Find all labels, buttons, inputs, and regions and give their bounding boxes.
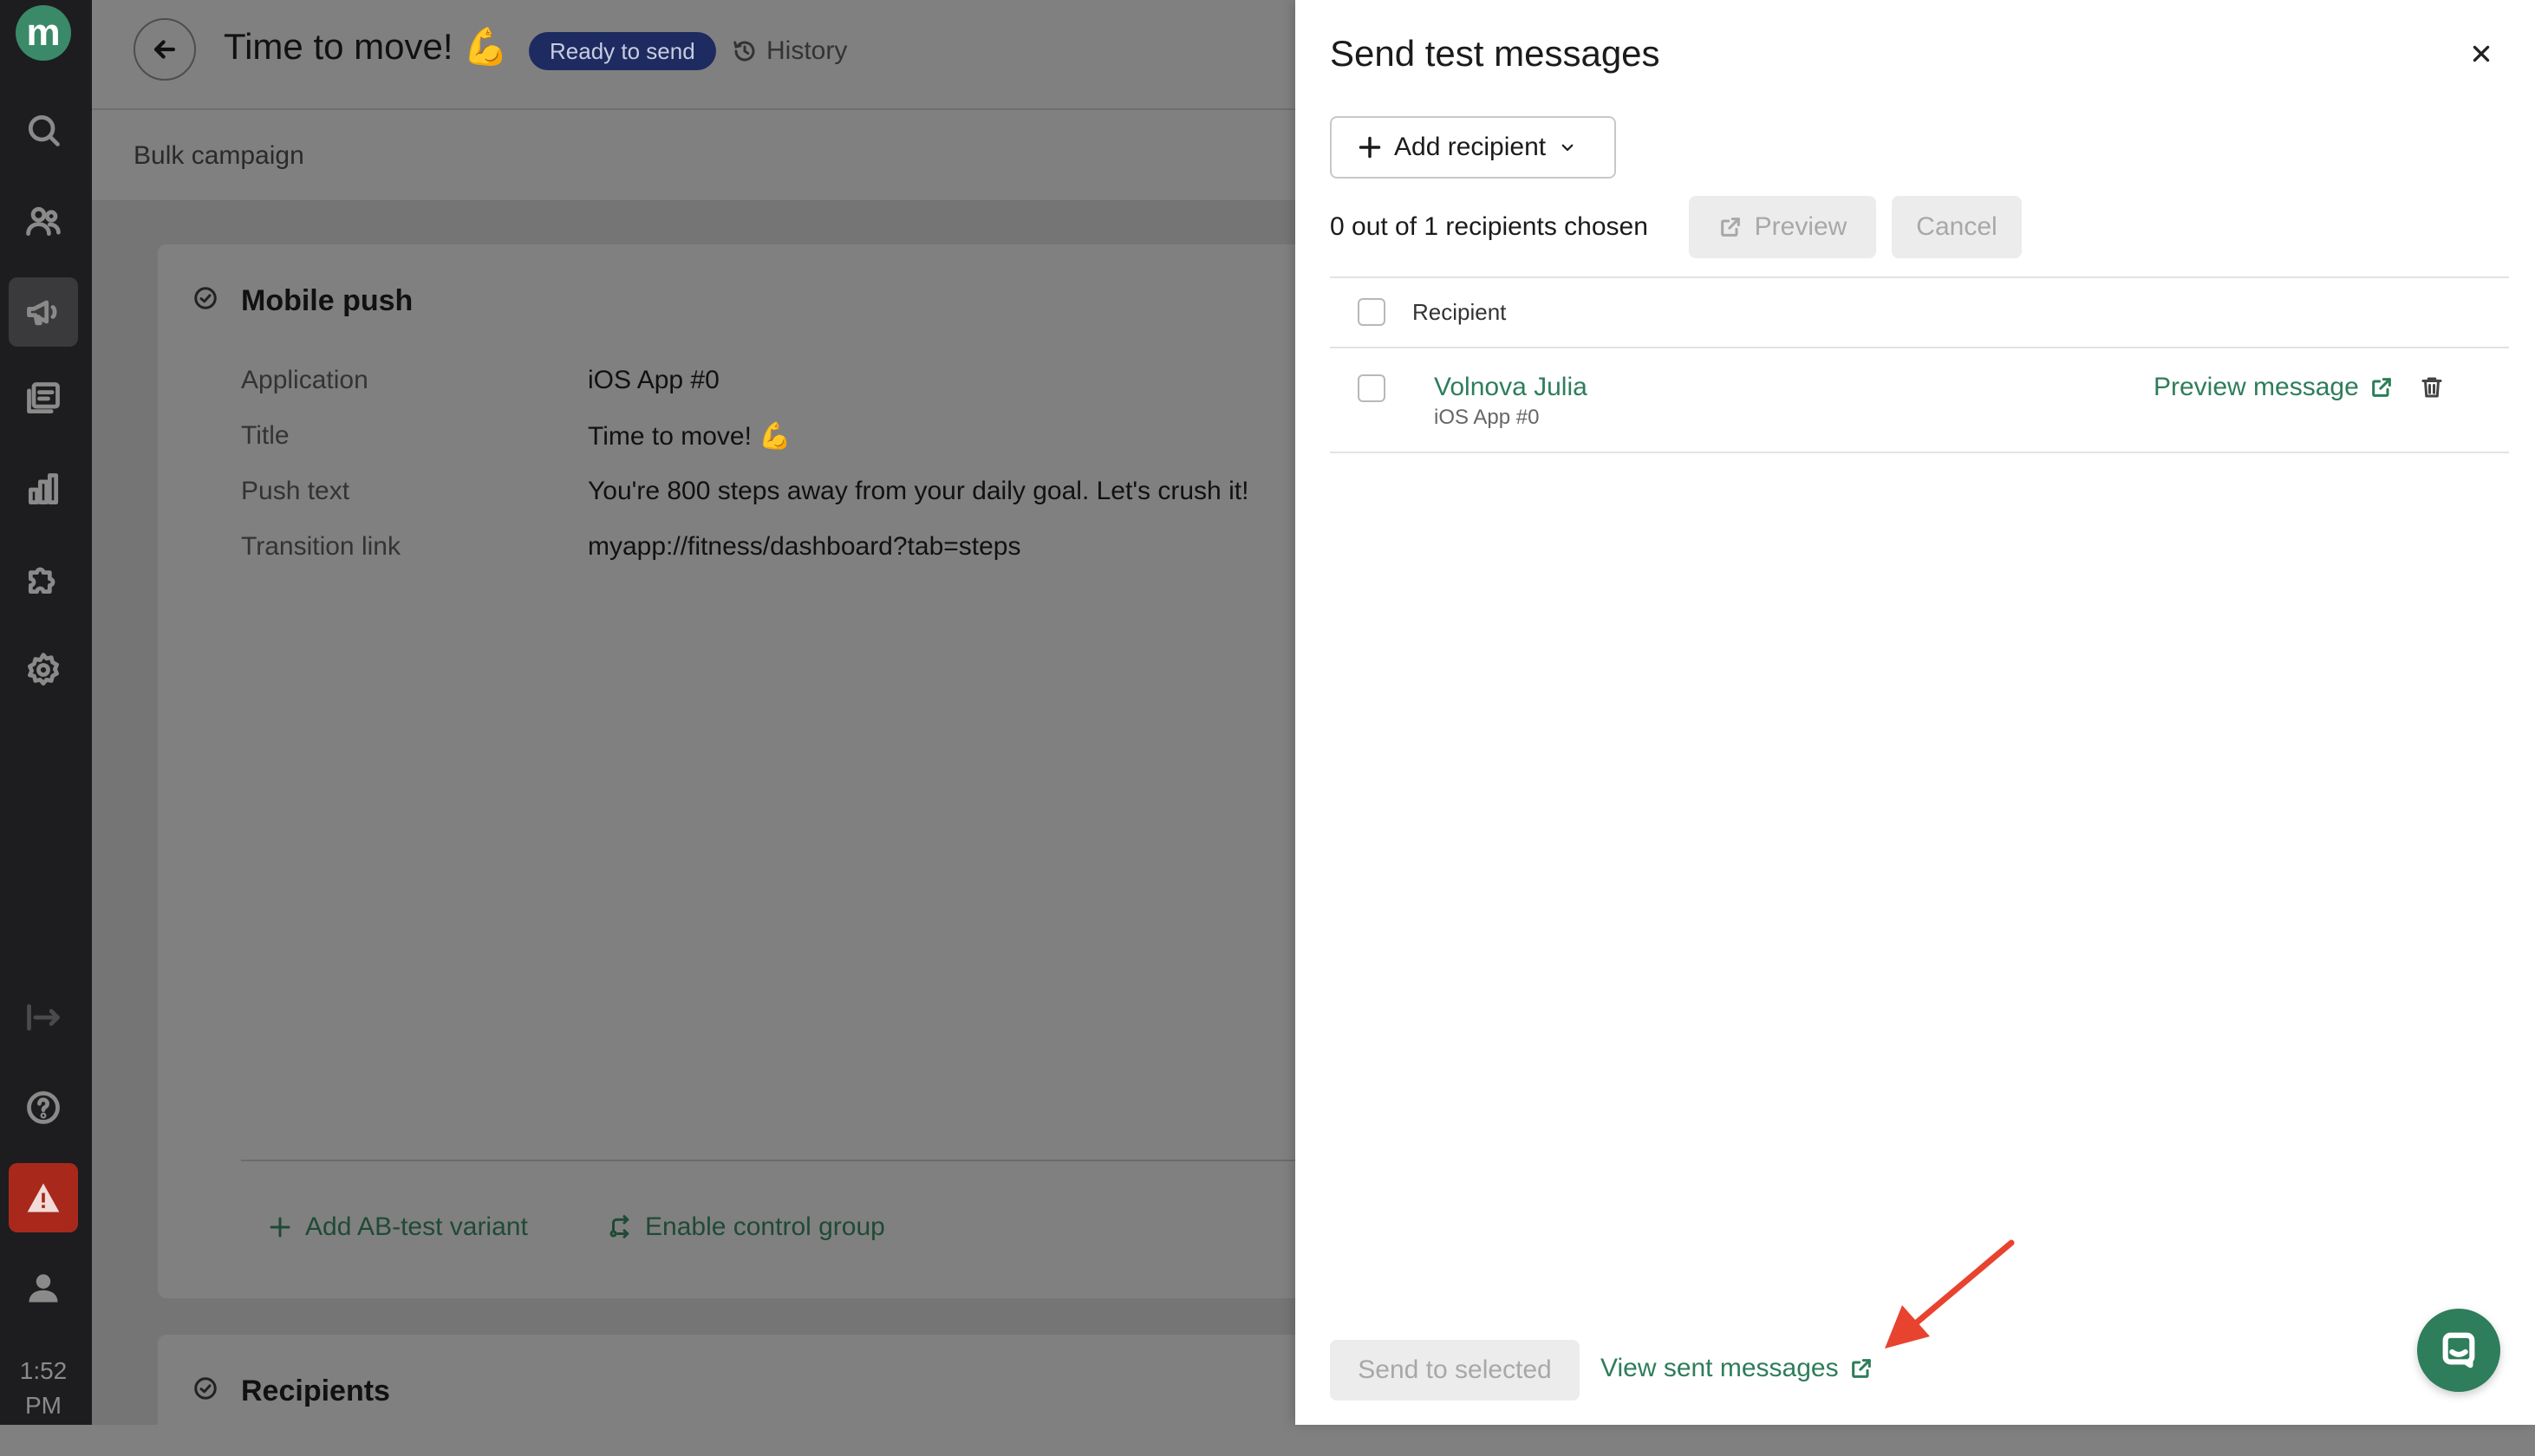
field-value: iOS App #0 xyxy=(588,366,720,394)
recipients-title: Recipients xyxy=(241,1375,390,1407)
field-value: myapp://fitness/dashboard?tab=steps xyxy=(588,532,1021,561)
puzzle-icon[interactable] xyxy=(9,544,78,614)
view-sent-label: View sent messages xyxy=(1600,1354,1839,1382)
send-to-selected-button[interactable]: Send to selected xyxy=(1330,1340,1580,1401)
field-value: Time to move! 💪 xyxy=(588,422,792,451)
cancel-button[interactable]: Cancel xyxy=(1892,196,2022,258)
plus-icon xyxy=(1359,136,1381,159)
send-test-panel: Send test messages Add recipient 0 out o… xyxy=(1295,0,2535,1425)
preview-message-label: Preview message xyxy=(2154,373,2359,401)
users-icon[interactable] xyxy=(9,186,78,256)
add-ab-test-button[interactable]: Add AB-test variant xyxy=(267,1212,528,1242)
field-value: You're 800 steps away from your daily go… xyxy=(588,477,1249,505)
annotation-arrow-icon xyxy=(1885,1239,2015,1349)
nav-sidebar: m 1:52 PM xyxy=(0,0,92,1425)
external-link-icon xyxy=(2371,378,2391,397)
add-ab-test-label: Add AB-test variant xyxy=(305,1212,528,1241)
campaign-header: Time to move! 💪 Ready to send History xyxy=(92,0,1295,110)
table-divider xyxy=(1330,276,2509,278)
chevron-down-icon xyxy=(1561,144,1574,152)
add-recipient-button[interactable]: Add recipient xyxy=(1330,116,1616,179)
column-header-recipient: Recipient xyxy=(1412,299,1507,325)
trash-icon[interactable] xyxy=(2419,374,2445,400)
arrow-left-icon xyxy=(153,40,176,59)
clock: 1:52 PM xyxy=(19,1357,68,1419)
divider xyxy=(241,1160,1316,1161)
megaphone-icon[interactable] xyxy=(9,277,78,347)
add-recipient-label: Add recipient xyxy=(1394,133,1547,161)
panel-title: Send test messages xyxy=(1330,33,1660,74)
select-all-checkbox[interactable] xyxy=(1358,298,1385,326)
history-icon xyxy=(733,41,755,62)
campaign-type: Bulk campaign xyxy=(134,141,304,170)
selection-count: 0 out of 1 recipients chosen xyxy=(1330,212,1648,241)
warning-icon[interactable] xyxy=(9,1163,78,1232)
enable-control-group-button[interactable]: Enable control group xyxy=(607,1212,885,1242)
gear-icon[interactable] xyxy=(9,635,78,705)
field-label: Application xyxy=(241,366,368,394)
mobile-push-card: Mobile push Application iOS App #0 Title… xyxy=(158,244,1316,1298)
check-circle-icon xyxy=(192,1375,218,1401)
preview-label: Preview xyxy=(1754,212,1847,241)
bar-chart-icon[interactable] xyxy=(9,455,78,524)
recipient-name[interactable]: Volnova Julia xyxy=(1434,373,1587,402)
chat-support-button[interactable] xyxy=(2417,1309,2500,1392)
split-icon xyxy=(609,1215,629,1238)
check-circle-icon xyxy=(192,285,218,311)
search-icon[interactable] xyxy=(9,95,78,165)
help-icon[interactable] xyxy=(9,1073,78,1142)
external-link-icon xyxy=(1851,1359,1871,1378)
mobile-push-title: Mobile push xyxy=(241,284,414,317)
close-icon xyxy=(2473,45,2490,62)
table-divider xyxy=(1330,347,2509,348)
table-divider xyxy=(1330,452,2509,453)
recipient-app: iOS App #0 xyxy=(1434,406,1540,429)
control-group-label: Enable control group xyxy=(645,1212,885,1241)
field-label: Title xyxy=(241,421,290,450)
history-label: History xyxy=(766,36,848,65)
history-link[interactable]: History xyxy=(732,36,847,66)
view-sent-messages-link[interactable]: View sent messages xyxy=(1600,1354,1874,1383)
chat-icon xyxy=(2442,1332,2475,1368)
back-button[interactable] xyxy=(134,18,196,81)
campaign-subheader: Bulk campaign xyxy=(92,110,1295,202)
field-label: Transition link xyxy=(241,532,401,561)
external-link-icon xyxy=(1720,218,1740,237)
user-icon[interactable] xyxy=(9,1253,78,1323)
app-logo[interactable]: m xyxy=(16,5,71,61)
logout-icon[interactable] xyxy=(9,983,78,1052)
messages-icon[interactable] xyxy=(9,364,78,433)
preview-button[interactable]: Preview xyxy=(1689,196,1876,258)
campaign-title: Time to move! 💪 xyxy=(224,26,509,67)
recipients-card: Recipients xyxy=(158,1335,1302,1456)
field-label: Push text xyxy=(241,477,350,505)
preview-message-link[interactable]: Preview message xyxy=(2154,373,2394,402)
row-checkbox[interactable] xyxy=(1358,374,1385,402)
status-badge: Ready to send xyxy=(529,32,716,70)
plus-icon xyxy=(270,1217,290,1238)
close-button[interactable] xyxy=(2464,36,2499,71)
